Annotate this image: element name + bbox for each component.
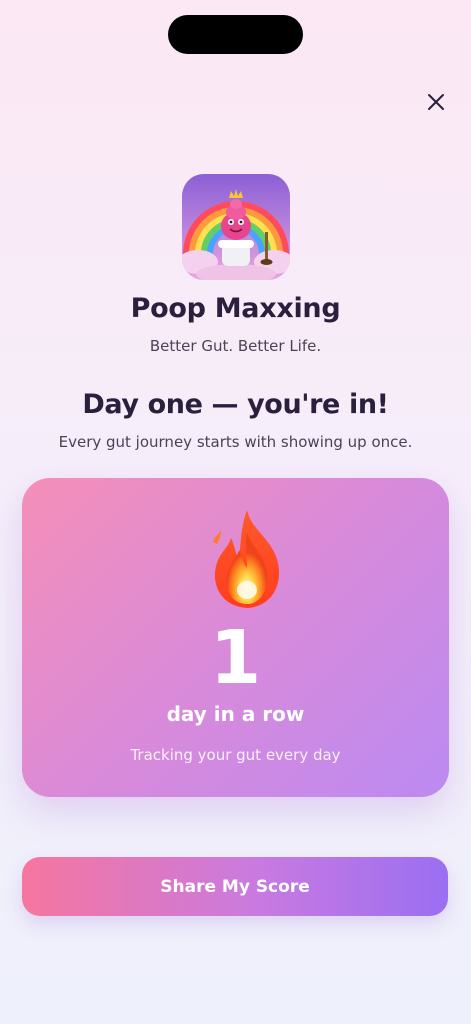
streak-count: 1 bbox=[209, 615, 262, 701]
streak-caption: Tracking your gut every day bbox=[130, 746, 341, 764]
dynamic-island bbox=[168, 15, 303, 54]
share-score-label: Share My Score bbox=[160, 876, 310, 897]
close-button[interactable] bbox=[420, 86, 452, 118]
close-icon bbox=[428, 94, 444, 110]
app-name: Poop Maxxing bbox=[130, 293, 341, 324]
streak-card: 1 day in a row Tracking your gut every d… bbox=[22, 478, 449, 797]
subheadline: Every gut journey starts with showing up… bbox=[58, 433, 413, 451]
streak-unit-label: day in a row bbox=[166, 702, 305, 726]
headline: Day one — you're in! bbox=[82, 389, 389, 420]
fire-icon bbox=[213, 510, 280, 608]
app-tagline: Better Gut. Better Life. bbox=[149, 337, 322, 355]
share-score-button[interactable]: Share My Score bbox=[22, 857, 448, 916]
app-logo bbox=[182, 174, 290, 280]
